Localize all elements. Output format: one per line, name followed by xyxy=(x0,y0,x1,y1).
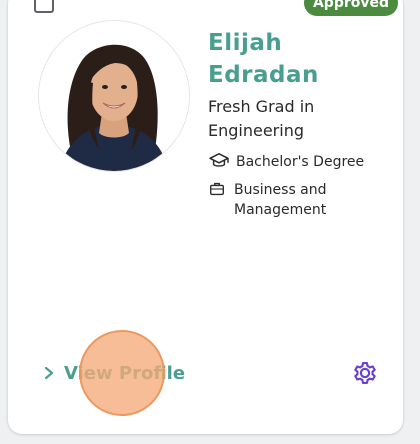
name-first: Elijah xyxy=(208,30,283,56)
touch-indicator xyxy=(79,330,165,416)
chevron-right-icon xyxy=(44,366,54,380)
candidate-card: Approved Elijah Edradan Fresh Grad in En… xyxy=(8,0,403,434)
avatar xyxy=(38,20,190,172)
degree-row: Bachelor's Degree xyxy=(208,152,396,172)
field-line-2: Management xyxy=(234,202,327,218)
briefcase-icon xyxy=(210,182,224,196)
field-row: Business and Management xyxy=(208,180,394,220)
candidate-name: Elijah Edradan xyxy=(208,27,388,91)
status-badge: Approved xyxy=(304,0,398,16)
field-line-1: Business and xyxy=(234,182,327,198)
degree-text: Bachelor's Degree xyxy=(236,154,365,170)
select-checkbox[interactable] xyxy=(34,0,54,13)
role-line-1: Fresh Grad in xyxy=(208,97,315,116)
candidate-role: Fresh Grad in Engineering xyxy=(208,95,398,143)
name-last: Edradan xyxy=(208,62,319,88)
field-text: Business and Management xyxy=(234,180,394,220)
graduation-cap-icon xyxy=(209,153,229,167)
gear-icon[interactable] xyxy=(351,359,379,387)
role-line-2: Engineering xyxy=(208,121,304,140)
